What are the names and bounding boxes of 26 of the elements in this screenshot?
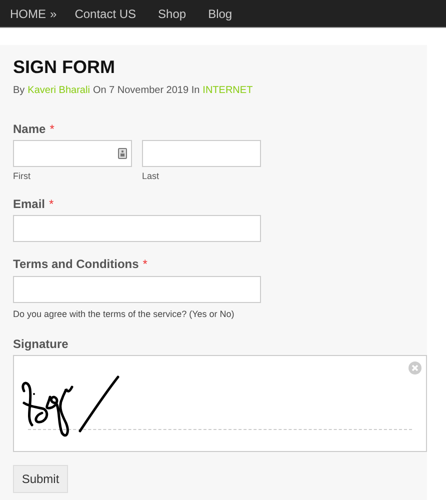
field-label: Signature xyxy=(13,338,68,352)
required-mark: * xyxy=(50,122,54,136)
submit-button[interactable]: Submit xyxy=(13,465,68,494)
text-field[interactable] xyxy=(13,276,261,304)
contact-card-icon[interactable] xyxy=(118,148,127,160)
email-field[interactable] xyxy=(13,215,261,242)
field-label: Terms and Conditions xyxy=(13,258,139,272)
byline-text: By xyxy=(13,85,25,96)
post-title: SIGN FORM xyxy=(13,57,116,79)
field-hint: Do you agree with the terms of the service? (Yes or No) xyxy=(13,309,236,320)
last-name-field[interactable] xyxy=(142,140,261,168)
nav-link[interactable]: Blog xyxy=(208,6,232,20)
field-sublabel: First xyxy=(13,171,32,182)
field-sublabel: Last xyxy=(142,171,160,182)
breadcrumb-separator: » xyxy=(50,6,57,20)
required-mark: * xyxy=(142,258,148,272)
field-label: Name xyxy=(13,122,46,136)
nav-link[interactable]: Contact US xyxy=(74,6,136,20)
signature-pad[interactable] xyxy=(13,355,427,452)
field-label: Email xyxy=(13,198,46,212)
clear-icon[interactable] xyxy=(408,361,422,376)
first-name-field[interactable] xyxy=(13,140,132,168)
required-mark: * xyxy=(49,198,54,212)
nav-link[interactable]: Shop xyxy=(158,6,186,20)
date-text: On 7 November 2019 In xyxy=(92,85,200,96)
nav-link[interactable]: HOME xyxy=(10,6,46,20)
